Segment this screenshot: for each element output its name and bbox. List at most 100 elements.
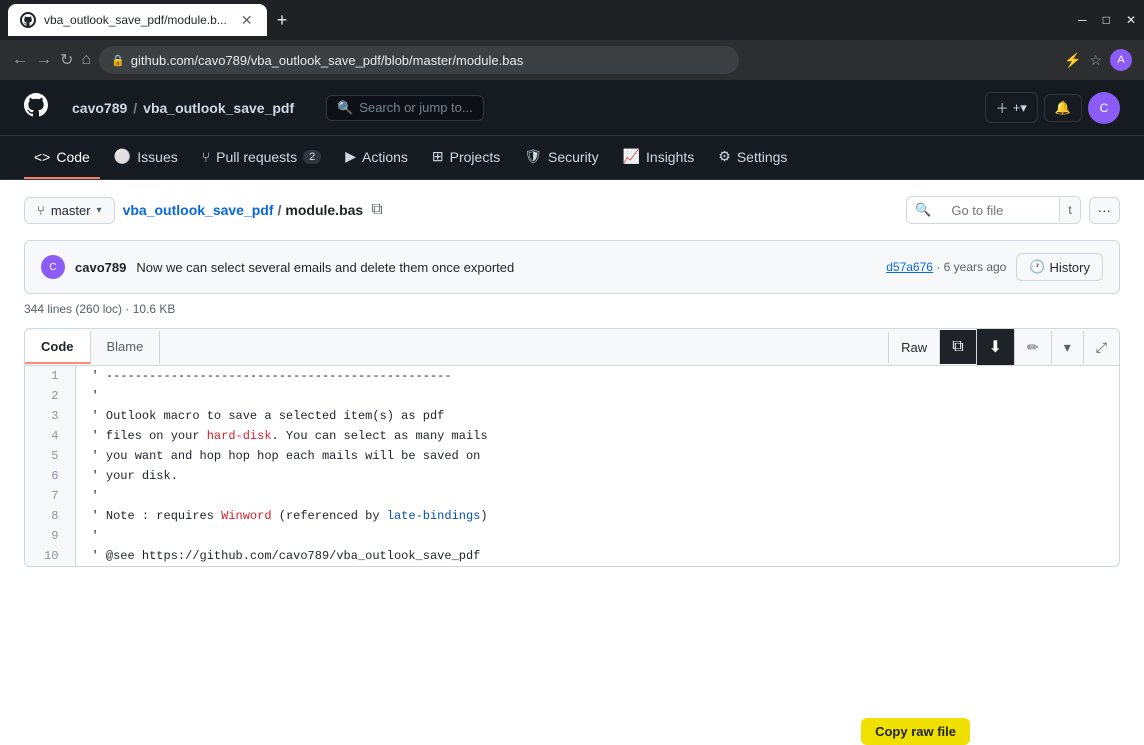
back-button[interactable]: ← (12, 51, 28, 69)
nav-item-pull-requests[interactable]: ⑂ Pull requests 2 (192, 137, 331, 179)
close-window-button[interactable]: ✕ (1126, 13, 1136, 27)
copy-icon: ⧉ (952, 338, 963, 356)
maximize-button[interactable]: □ (1103, 13, 1110, 27)
expand-button[interactable]: ⤢ (1083, 331, 1119, 364)
nav-item-projects[interactable]: ⊞ Projects (422, 136, 510, 179)
tab-blame[interactable]: Blame (91, 331, 161, 364)
breadcrumb-user[interactable]: cavo789 (72, 100, 127, 116)
nav-pr-label: Pull requests (216, 149, 297, 165)
commit-author-avatar: C (41, 255, 65, 279)
commit-author-name[interactable]: cavo789 (75, 260, 126, 275)
search-placeholder: Search or jump to... (359, 100, 472, 115)
nav-item-settings[interactable]: ⚙ Settings (708, 136, 797, 179)
create-button[interactable]: ＋ +▾ (985, 92, 1038, 123)
line-code: ' files on your hard-disk. You can selec… (75, 426, 1119, 446)
issues-icon: ⚪ (114, 148, 131, 165)
plus-icon: ＋ (996, 98, 1009, 117)
github-header: cavo789 / vba_outlook_save_pdf 🔍 Search … (0, 80, 1144, 136)
nav-item-issues[interactable]: ⚪ Issues (104, 136, 188, 179)
more-file-options-button[interactable]: ▾ (1051, 331, 1083, 364)
nav-item-security[interactable]: 🛡 Security (514, 136, 608, 179)
chevron-down-icon: ▾ (1064, 339, 1071, 356)
table-row: 4' files on your hard-disk. You can sele… (25, 426, 1119, 446)
line-number[interactable]: 4 (25, 426, 75, 446)
browser-chrome: vba_outlook_save_pdf/module.b... ✕ + ─ □… (0, 0, 1144, 40)
url-input[interactable]: 🔒 github.com/cavo789/vba_outlook_save_pd… (99, 46, 739, 74)
file-breadcrumb: vba_outlook_save_pdf / module.bas (123, 202, 364, 218)
settings-icon: ⚙ (718, 148, 731, 165)
file-action-buttons: Raw ⧉ ⬇ ✏ ▾ ⤢ (888, 329, 1119, 365)
copy-raw-button[interactable]: ⧉ (939, 330, 975, 364)
github-logo[interactable] (24, 93, 48, 123)
repo-nav: <> Code ⚪ Issues ⑂ Pull requests 2 ▶ Act… (0, 136, 1144, 180)
line-number[interactable]: 6 (25, 466, 75, 486)
history-button[interactable]: 🕐 History (1016, 253, 1103, 281)
line-number[interactable]: 8 (25, 506, 75, 526)
go-to-file-field[interactable] (939, 198, 1059, 223)
raw-button[interactable]: Raw (888, 332, 939, 363)
table-row: 5' you want and hop hop hop each mails w… (25, 446, 1119, 466)
raw-label: Raw (901, 340, 927, 355)
insights-icon: 📈 (623, 148, 640, 165)
nav-issues-label: Issues (137, 149, 177, 165)
breadcrumb-repo[interactable]: vba_outlook_save_pdf (143, 100, 294, 116)
edit-button[interactable]: ✏ (1014, 331, 1051, 364)
user-avatar[interactable]: C (1088, 92, 1120, 124)
tab-code[interactable]: Code (25, 331, 91, 364)
copy-path-button[interactable]: ⧉ (371, 201, 382, 219)
line-number[interactable]: 1 (25, 366, 75, 386)
line-number[interactable]: 9 (25, 526, 75, 546)
nav-settings-label: Settings (737, 149, 788, 165)
table-row: 6' your disk. (25, 466, 1119, 486)
projects-icon: ⊞ (432, 148, 444, 165)
nav-insights-label: Insights (646, 149, 694, 165)
line-code: ' Note : requires Winword (referenced by… (75, 506, 1119, 526)
lock-icon: 🔒 (111, 54, 125, 67)
copy-raw-tooltip: Copy raw file (861, 718, 970, 745)
line-code: ' (75, 486, 1119, 506)
file-name: module.bas (285, 202, 363, 218)
new-tab-button[interactable]: + (277, 10, 288, 31)
commit-message: Now we can select several emails and del… (136, 260, 514, 275)
home-button[interactable]: ⌂ (81, 51, 91, 69)
branch-icon: ⑂ (37, 203, 45, 218)
line-code: ' --------------------------------------… (75, 366, 1119, 386)
copy-raw-tooltip-text: Copy raw file (875, 724, 956, 739)
commit-separator: · (936, 260, 943, 274)
forward-button[interactable]: → (36, 51, 52, 69)
go-to-file-input[interactable]: 🔍 t (906, 196, 1081, 224)
line-code: ' (75, 526, 1119, 546)
notifications-button[interactable]: 🔔 (1044, 94, 1082, 122)
header-search[interactable]: 🔍 Search or jump to... (326, 95, 484, 121)
commit-hash-value[interactable]: d57a676 (886, 260, 933, 274)
create-label: +▾ (1013, 100, 1027, 116)
line-number[interactable]: 2 (25, 386, 75, 406)
branch-selector[interactable]: ⑂ master ▾ (24, 197, 115, 224)
table-row: 7' (25, 486, 1119, 506)
bookmark-icon[interactable]: ☆ (1089, 52, 1102, 69)
nav-item-actions[interactable]: ▶ Actions (335, 136, 418, 179)
nav-actions-label: Actions (362, 149, 408, 165)
history-icon: 🕐 (1029, 259, 1045, 275)
line-number[interactable]: 5 (25, 446, 75, 466)
breadcrumb-sep: / (133, 100, 137, 116)
download-button[interactable]: ⬇ (976, 329, 1014, 365)
nav-item-insights[interactable]: 📈 Insights (613, 136, 705, 179)
line-number[interactable]: 7 (25, 486, 75, 506)
line-number[interactable]: 3 (25, 406, 75, 426)
more-options-button[interactable]: ··· (1089, 197, 1120, 224)
table-row: 3' Outlook macro to save a selected item… (25, 406, 1119, 426)
branch-name: master (51, 203, 91, 218)
extensions-icon[interactable]: ⚡ (1064, 52, 1081, 69)
tab-close-button[interactable]: ✕ (239, 12, 255, 28)
minimize-button[interactable]: ─ (1078, 13, 1087, 27)
refresh-button[interactable]: ↻ (60, 50, 73, 70)
line-number[interactable]: 10 (25, 546, 75, 566)
search-icon: 🔍 (907, 197, 939, 223)
nav-item-code[interactable]: <> Code (24, 137, 100, 179)
history-label: History (1050, 260, 1090, 275)
browser-tab[interactable]: vba_outlook_save_pdf/module.b... ✕ (8, 4, 267, 36)
url-text: github.com/cavo789/vba_outlook_save_pdf/… (131, 53, 523, 68)
repo-path-link[interactable]: vba_outlook_save_pdf (123, 202, 274, 218)
profile-icon[interactable]: A (1110, 49, 1132, 71)
